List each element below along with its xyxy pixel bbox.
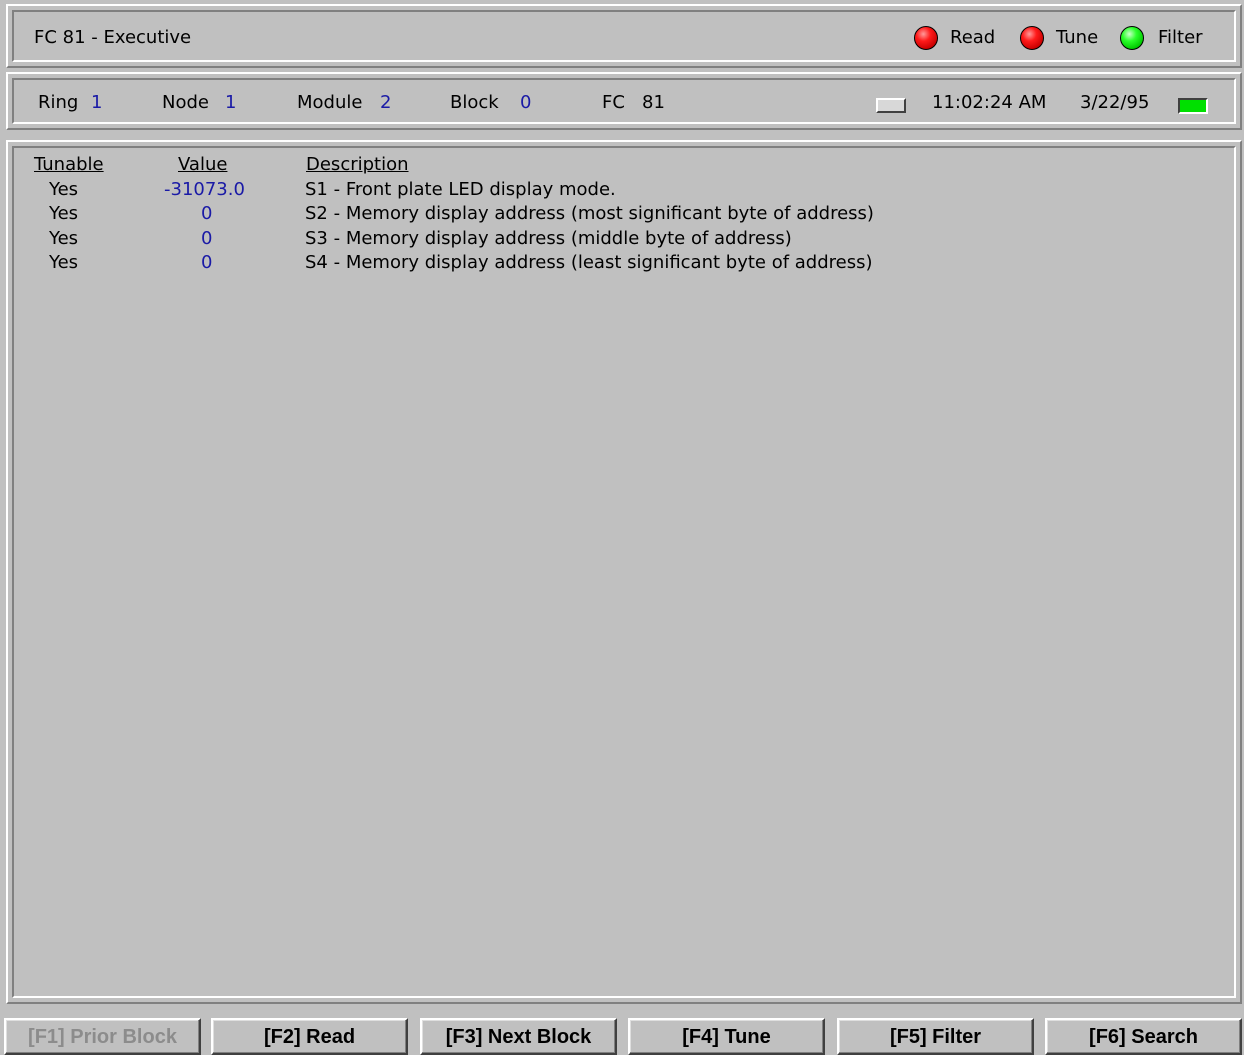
f4-tune-button[interactable]: [F4] Tune (628, 1018, 825, 1055)
table-row[interactable]: Yes 0 S4 - Memory display address (least… (14, 252, 1234, 276)
filter-indicator-label: Filter (1158, 27, 1203, 48)
f1-prior-block-button[interactable]: [F1] Prior Block (4, 1018, 201, 1055)
window-title: FC 81 - Executive (34, 27, 192, 48)
node-label: Node (162, 92, 209, 113)
tunable-cell: Yes (49, 228, 79, 249)
read-indicator-label: Read (950, 27, 996, 48)
connection-status-indicator (1178, 98, 1208, 114)
column-header-description: Description (306, 154, 409, 175)
fc-label: FC (602, 92, 625, 113)
column-header-value: Value (178, 154, 228, 175)
value-cell[interactable]: 0 (201, 252, 212, 273)
clock-date: 3/22/95 (1080, 92, 1150, 113)
description-cell: S3 - Memory display address (middle byte… (305, 228, 792, 249)
fc-value: 81 (642, 92, 665, 113)
address-bar: Ring 1 Node 1 Module 2 Block 0 FC 81 11:… (6, 72, 1242, 130)
ring-label: Ring (38, 92, 79, 113)
tune-led-icon (1020, 26, 1044, 50)
value-cell[interactable]: 0 (201, 203, 212, 224)
module-value: 2 (380, 92, 392, 113)
description-cell: S1 - Front plate LED display mode. (305, 179, 616, 200)
tunable-cell: Yes (49, 203, 79, 224)
tune-indicator-label: Tune (1056, 27, 1099, 48)
title-bar: FC 81 - Executive Read Tune Filter (6, 4, 1242, 68)
spec-table-panel: Tunable Value Description Yes -31073.0 S… (6, 140, 1242, 1004)
ring-value: 1 (91, 92, 103, 113)
description-cell: S4 - Memory display address (least signi… (305, 252, 873, 273)
address-bar-inset: Ring 1 Node 1 Module 2 Block 0 FC 81 11:… (12, 78, 1236, 124)
table-row[interactable]: Yes 0 S2 - Memory display address (most … (14, 203, 1234, 227)
f2-read-button[interactable]: [F2] Read (211, 1018, 408, 1055)
tunable-cell: Yes (49, 252, 79, 273)
read-led-icon (914, 26, 938, 50)
table-row[interactable]: Yes -31073.0 S1 - Front plate LED displa… (14, 179, 1234, 203)
block-label: Block (450, 92, 499, 113)
table-row[interactable]: Yes 0 S3 - Memory display address (middl… (14, 228, 1234, 252)
module-label: Module (297, 92, 363, 113)
f5-filter-button[interactable]: [F5] Filter (837, 1018, 1034, 1055)
f3-next-block-button[interactable]: [F3] Next Block (420, 1018, 617, 1055)
description-cell: S2 - Memory display address (most signif… (305, 203, 874, 224)
status-toggle-button[interactable] (876, 98, 906, 113)
value-cell[interactable]: -31073.0 (164, 179, 245, 200)
f6-search-button[interactable]: [F6] Search (1045, 1018, 1242, 1055)
column-header-tunable: Tunable (34, 154, 104, 175)
clock-time: 11:02:24 AM (932, 92, 1047, 113)
value-cell[interactable]: 0 (201, 228, 212, 249)
spec-table: Tunable Value Description Yes -31073.0 S… (12, 146, 1236, 998)
tunable-cell: Yes (49, 179, 79, 200)
title-bar-inset: FC 81 - Executive Read Tune Filter (12, 10, 1236, 62)
block-value: 0 (520, 92, 532, 113)
node-value: 1 (225, 92, 237, 113)
filter-led-icon (1120, 26, 1144, 50)
